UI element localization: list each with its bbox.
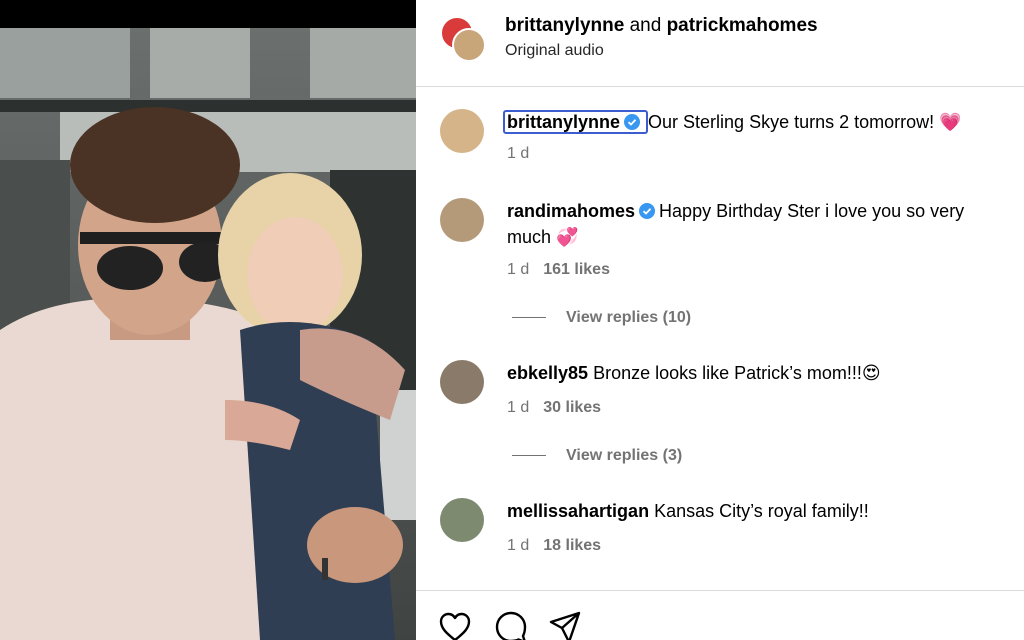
comments-panel: brittanylynne and patrickmahomes Origina…	[416, 0, 1024, 640]
audio-link[interactable]: Original audio	[505, 42, 604, 60]
replies-line	[512, 317, 546, 319]
author-link-1[interactable]: brittanylynne	[505, 15, 624, 36]
comment-2-likes[interactable]: 30 likes	[543, 399, 601, 416]
share-icon[interactable]	[548, 610, 582, 640]
comment-3-meta: 1 d 18 likes	[507, 537, 601, 555]
comment-1-view-replies[interactable]: View replies (10)	[512, 309, 691, 327]
comment-2: ebkelly85 Bronze looks like Patrick’s mo…	[507, 360, 1012, 386]
verified-badge-icon	[639, 203, 656, 219]
comment-2-view-replies[interactable]: View replies (3)	[512, 447, 682, 465]
verified-badge-icon	[624, 114, 641, 130]
actions-divider	[416, 590, 1024, 591]
comment-2-replies-label[interactable]: View replies (3)	[566, 447, 682, 464]
author-link-2[interactable]: patrickmahomes	[667, 15, 818, 36]
caption-time[interactable]: 1 d	[507, 145, 529, 162]
avatar-randimahomes[interactable]	[440, 198, 484, 242]
replies-line	[512, 455, 546, 457]
heart-icon[interactable]	[438, 610, 472, 640]
comment-3: mellissahartigan Kansas City’s royal fam…	[507, 498, 1012, 524]
caption-text: Our Sterling Skye turns 2 tomorrow! 💗	[648, 112, 962, 132]
comment-1-time[interactable]: 1 d	[507, 261, 529, 278]
comment-2-username[interactable]: ebkelly85	[507, 363, 588, 383]
comment-2-text: Bronze looks like Patrick’s mom!!!😍	[593, 363, 881, 383]
comment-3-likes[interactable]: 18 likes	[543, 537, 601, 554]
header-divider	[416, 86, 1024, 87]
comment-1-meta: 1 d 161 likes	[507, 261, 610, 279]
post-media[interactable]	[0, 0, 416, 640]
avatar-brittanylynne-header[interactable]	[452, 28, 486, 62]
avatar-ebkelly85[interactable]	[440, 360, 484, 404]
post-photo	[0, 0, 416, 640]
caption: brittanylynne Our Sterling Skye turns 2 t…	[503, 109, 1012, 135]
comment-1-likes[interactable]: 161 likes	[543, 261, 610, 278]
caption-username-focused[interactable]: brittanylynne	[503, 110, 649, 134]
caption-username[interactable]: brittanylynne	[507, 112, 620, 132]
comment-3-username[interactable]: mellissahartigan	[507, 501, 649, 521]
comment-icon[interactable]	[494, 610, 528, 640]
comment-1-replies-label[interactable]: View replies (10)	[566, 309, 691, 326]
author-connector: and	[629, 15, 662, 36]
comment-1-username[interactable]: randimahomes	[507, 201, 635, 221]
comment-2-meta: 1 d 30 likes	[507, 399, 601, 417]
caption-meta: 1 d	[507, 145, 529, 163]
avatar-brittanylynne[interactable]	[440, 109, 484, 153]
comment-2-time[interactable]: 1 d	[507, 399, 529, 416]
post-authors: brittanylynne and patrickmahomes	[505, 14, 818, 38]
comment-3-text: Kansas City’s royal family!!	[654, 501, 869, 521]
comment-3-time[interactable]: 1 d	[507, 537, 529, 554]
comment-1: randimahomes Happy Birthday Ster i love y…	[507, 198, 1012, 250]
avatar-mellissahartigan[interactable]	[440, 498, 484, 542]
